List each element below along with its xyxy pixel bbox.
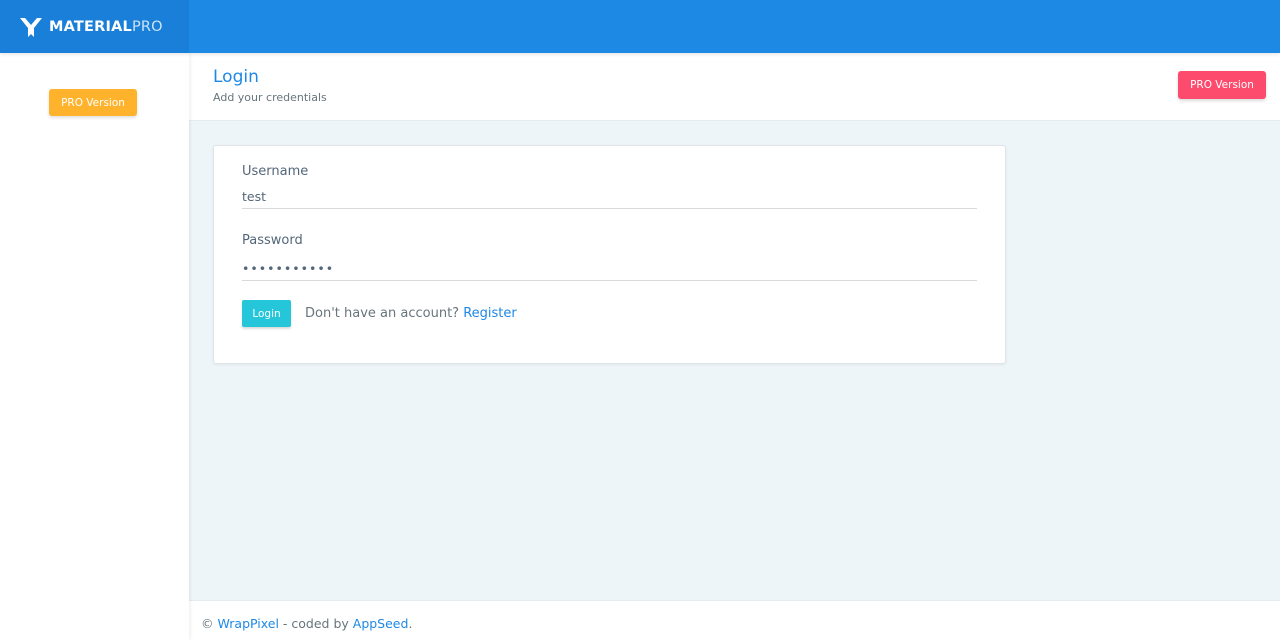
register-link[interactable]: Register [463,306,517,321]
footer-coded-by-text: - coded by [278,616,353,631]
brand-logo[interactable]: MATERIALPRO [0,0,189,53]
login-card: Username Password Login Don't have an ac… [213,145,1006,364]
register-prompt-line: Don't have an account? Register [305,306,517,321]
topbar: MATERIALPRO [0,0,1280,53]
header-pro-version-button[interactable]: PRO Version [1178,71,1266,99]
brand-name-light: PRO [131,18,163,35]
appseed-link[interactable]: AppSeed [353,616,409,631]
footer: © WrapPixel - coded by AppSeed. [189,600,1280,640]
page-header: Login Add your credentials PRO Version [189,53,1280,121]
password-field[interactable] [242,256,977,281]
footer-end-punctuation: . [408,616,413,631]
page-subtitle: Add your credentials [213,91,327,104]
register-prompt-text: Don't have an account? [305,306,460,321]
login-button[interactable]: Login [242,300,291,327]
page-title: Login [213,67,259,87]
sidebar-pro-version-button[interactable]: PRO Version [49,89,137,116]
copyright-symbol: © [201,616,214,631]
username-label: Username [242,164,309,179]
brand-name-strong: MATERIAL [49,18,132,35]
brand-name: MATERIALPRO [49,19,163,35]
wrappixel-link[interactable]: WrapPixel [217,616,278,631]
password-label: Password [242,233,303,248]
materialpro-logo-icon [20,17,42,37]
sidebar: PRO Version [0,53,189,640]
username-field[interactable] [242,185,977,209]
